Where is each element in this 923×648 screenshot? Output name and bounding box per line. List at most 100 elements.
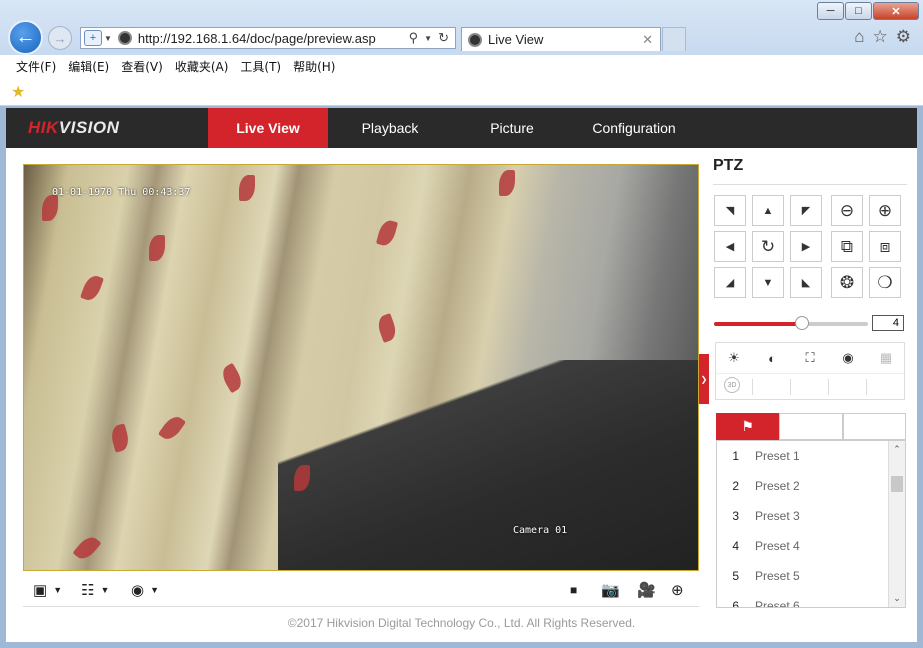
ptz-up-right-button[interactable]: ◤: [790, 195, 822, 226]
nav-picture[interactable]: Picture: [452, 108, 572, 148]
menu-tools[interactable]: 工具(T): [240, 58, 281, 75]
scroll-up-icon[interactable]: ⌃: [889, 441, 905, 458]
slider-handle[interactable]: [794, 316, 809, 330]
video-timestamp: 01-01-1970 Thu 00:43:37: [52, 187, 191, 198]
list-item[interactable]: 6 Preset 6: [717, 591, 889, 607]
minimize-button[interactable]: ─: [817, 2, 844, 20]
record-button[interactable]: 🎥: [637, 579, 656, 601]
chevron-down-icon[interactable]: ▼: [104, 34, 112, 43]
iris-open-button[interactable]: ❂: [831, 267, 863, 298]
preset-scrollbar[interactable]: ⌃ ⌄: [888, 441, 905, 607]
scroll-down-icon[interactable]: ⌄: [889, 590, 905, 607]
video-feed[interactable]: 01-01-1970 Thu 00:43:37 Camera 01: [23, 164, 699, 571]
site-icon: [117, 31, 132, 45]
tab-pattern[interactable]: [842, 413, 906, 440]
auxiliary-focus-button[interactable]: ⛶: [800, 349, 820, 367]
search-icon[interactable]: ⚲: [409, 30, 419, 46]
ptz-speed-slider[interactable]: [714, 316, 868, 330]
video-record-icon: 🎥: [637, 582, 656, 599]
browser-tab[interactable]: Live View ✕: [461, 27, 661, 51]
nav-live-view[interactable]: Live View: [208, 108, 328, 148]
list-item[interactable]: 5 Preset 5: [717, 561, 889, 591]
top-navbar: HIKVISION Live View Playback Picture Con…: [6, 108, 917, 148]
rotate-icon: ↻: [760, 236, 776, 256]
video-toolbar: ▣ ▼ ☷ ▼ ◉ ▼ ■ 📷 🎥 ⊕: [23, 573, 699, 607]
favorites-star-icon[interactable]: ☆: [873, 27, 888, 47]
plugin-icon: ◉: [131, 582, 145, 599]
ptz-up-button[interactable]: ▲: [752, 195, 784, 226]
slider-fill: [714, 322, 802, 326]
video-scene-floor: [278, 360, 698, 570]
plugin-button[interactable]: ◉ ▼: [131, 579, 159, 601]
ptz-right-button[interactable]: ▶: [790, 231, 822, 262]
digital-zoom-button[interactable]: ⊕: [671, 579, 684, 601]
collapse-panel-button[interactable]: ❯: [699, 354, 709, 404]
ptz-up-left-button[interactable]: ◥: [714, 195, 746, 226]
lens-init-icon: ◉: [842, 350, 854, 365]
maximize-button[interactable]: □: [845, 2, 872, 20]
capture-button[interactable]: 📷: [601, 579, 620, 601]
address-bar[interactable]: + ▼ http://192.168.1.64/doc/page/preview…: [80, 27, 456, 49]
ptz-down-left-button[interactable]: ◢: [714, 267, 746, 298]
iris-open-icon: ❂: [839, 272, 855, 292]
list-item[interactable]: 4 Preset 4: [717, 531, 889, 561]
menu-favorites[interactable]: 收藏夹(A): [175, 58, 229, 75]
menu-bar: 文件(F) 编辑(E) 查看(V) 收藏夹(A) 工具(T) 帮助(H): [0, 55, 923, 77]
arrow-down-left-icon: ◢: [725, 277, 735, 289]
chevron-down-icon: ▼: [53, 585, 63, 595]
gear-icon[interactable]: ⚙: [896, 27, 911, 47]
zoom-in-button[interactable]: ⊕: [869, 195, 901, 226]
nav-playback[interactable]: Playback: [330, 108, 450, 148]
scrollbar-thumb[interactable]: [891, 476, 903, 492]
ptz-left-button[interactable]: ◀: [714, 231, 746, 262]
focus-far-button[interactable]: ⧈: [869, 231, 901, 262]
home-icon[interactable]: ⌂: [854, 27, 864, 47]
zoom-out-icon: ⊖: [839, 200, 855, 220]
chevron-right-icon: ❯: [700, 374, 708, 384]
camera-icon: 📷: [601, 582, 620, 599]
manual-track-button[interactable]: ▦: [876, 349, 896, 367]
menu-edit[interactable]: 编辑(E): [68, 58, 109, 75]
list-item[interactable]: 2 Preset 2: [717, 471, 889, 501]
focus-near-button[interactable]: ⧉: [831, 231, 863, 262]
ptz-down-right-button[interactable]: ◣: [790, 267, 822, 298]
refresh-icon[interactable]: ↻: [438, 30, 449, 46]
window-layout-button[interactable]: ▣ ▼: [33, 579, 62, 601]
light-icon: ☀: [728, 350, 740, 365]
tab-site-icon: [468, 32, 482, 47]
chevron-down-icon: ▼: [100, 585, 110, 595]
close-window-button[interactable]: ✕: [873, 2, 919, 20]
security-shield-icon[interactable]: +: [84, 30, 102, 46]
forward-button[interactable]: →: [48, 26, 72, 50]
list-item[interactable]: 1 Preset 1: [717, 441, 889, 471]
light-button[interactable]: ☀: [724, 349, 744, 367]
live-view-page: 01-01-1970 Thu 00:43:37 Camera 01 ▣ ▼ ☷ ▼ …: [6, 148, 917, 642]
ptz-function-box: ☀ ◐ ⛶ ◉ ▦ 3D: [715, 342, 905, 400]
back-button[interactable]: ←: [8, 20, 43, 55]
ptz-down-button[interactable]: ▼: [752, 267, 784, 298]
copyright-footer: ©2017 Hikvision Digital Technology Co., …: [287, 616, 636, 630]
stop-live-view-button[interactable]: ■: [570, 579, 577, 601]
menu-file[interactable]: 文件(F): [16, 58, 56, 75]
nav-configuration[interactable]: Configuration: [574, 108, 694, 148]
new-tab-button[interactable]: [662, 27, 686, 51]
list-item[interactable]: 3 Preset 3: [717, 501, 889, 531]
ptz-auto-button[interactable]: ↻: [752, 231, 784, 262]
url-text[interactable]: http://192.168.1.64/doc/page/preview.asp: [138, 31, 409, 46]
tab-patrols[interactable]: [779, 413, 843, 440]
tab-title: Live View: [488, 32, 544, 47]
close-tab-icon[interactable]: ✕: [642, 32, 653, 48]
tab-presets[interactable]: ⚑: [716, 413, 780, 440]
lens-init-button[interactable]: ◉: [838, 349, 858, 367]
hikvision-logo: HIKVISION: [28, 118, 120, 137]
zoom-out-button[interactable]: ⊖: [831, 195, 863, 226]
arrow-down-right-icon: ◣: [801, 277, 811, 289]
dropdown-icon[interactable]: ▼: [424, 34, 432, 43]
stream-type-button[interactable]: ☷ ▼: [81, 579, 109, 601]
menu-help[interactable]: 帮助(H): [293, 58, 335, 75]
menu-view[interactable]: 查看(V): [121, 58, 163, 75]
iris-close-button[interactable]: ❍: [869, 267, 901, 298]
3d-positioning-icon[interactable]: 3D: [724, 377, 740, 393]
wiper-button[interactable]: ◐: [762, 349, 782, 367]
add-favorite-icon[interactable]: ★: [11, 82, 25, 102]
